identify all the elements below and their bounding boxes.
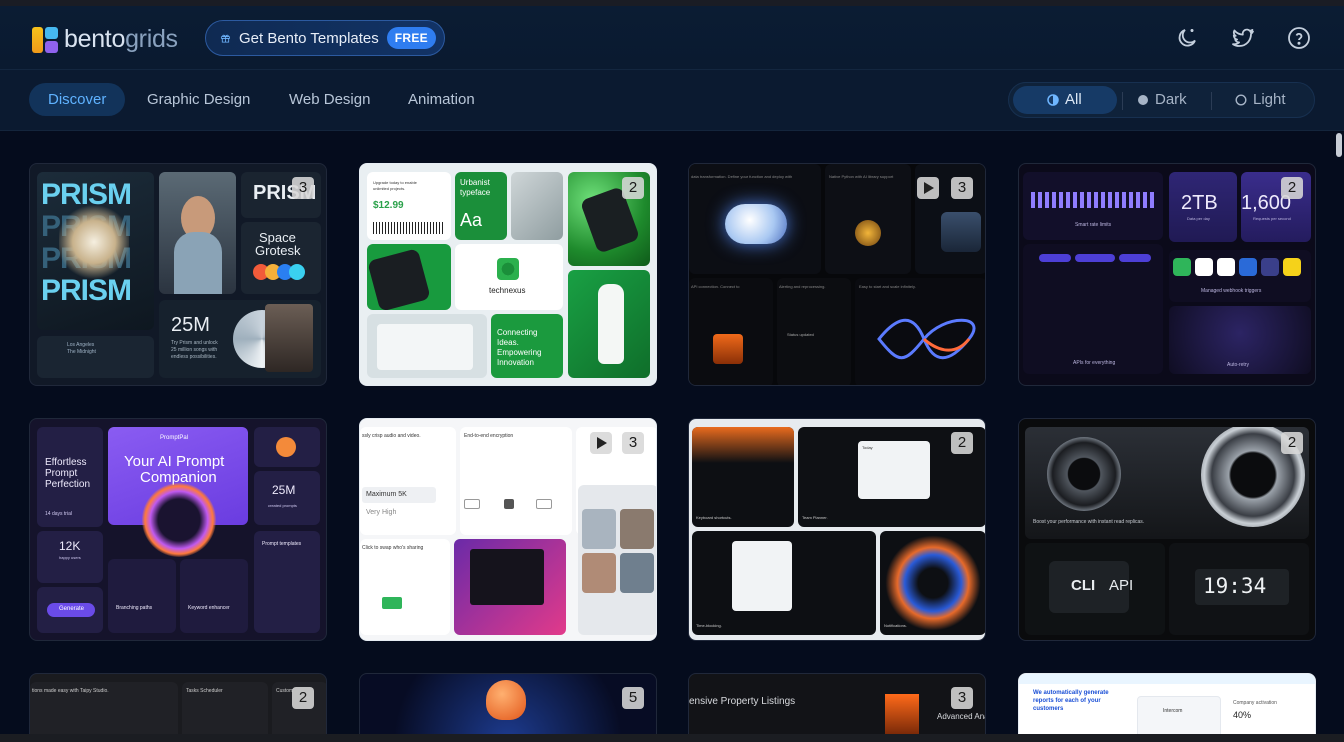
theme-dark-label: Dark bbox=[1155, 91, 1187, 108]
outline-circle-icon bbox=[1235, 94, 1247, 106]
image-count-badge: 3 bbox=[622, 432, 644, 454]
twitter-icon[interactable] bbox=[1231, 26, 1255, 50]
bento-card-video-call[interactable]: ssly crisp audio and video. Maximum 5K V… bbox=[359, 418, 657, 641]
bento-card-read-replicas[interactable]: Boost your performance with instant read… bbox=[1018, 418, 1316, 641]
bento-card-octopus[interactable]: 5 bbox=[359, 673, 657, 742]
filled-circle-icon bbox=[1138, 95, 1148, 105]
theme-option-light[interactable]: Light bbox=[1225, 86, 1305, 114]
bento-card-taipy[interactable]: tions made easy with Taipy Studio. Tasks… bbox=[29, 673, 327, 742]
category-nav: Discover Graphic Design Web Design Anima… bbox=[0, 70, 1344, 131]
tab-animation[interactable]: Animation bbox=[389, 83, 494, 116]
tab-discover[interactable]: Discover bbox=[29, 83, 126, 116]
window-bottom-edge bbox=[0, 734, 1344, 742]
bento-card-paragon[interactable]: Smart rate limits 2TB Data per day 1,600… bbox=[1018, 163, 1316, 386]
video-play-icon bbox=[590, 432, 612, 454]
theme-option-dark[interactable]: Dark bbox=[1127, 86, 1207, 114]
image-count-badge: 2 bbox=[1281, 432, 1303, 454]
help-icon[interactable] bbox=[1287, 26, 1311, 50]
gift-icon bbox=[220, 34, 231, 43]
orb-graphic bbox=[142, 483, 216, 557]
image-count-badge: 2 bbox=[951, 432, 973, 454]
image-count-badge: 2 bbox=[622, 177, 644, 199]
crystal-star-graphic bbox=[59, 202, 129, 282]
theme-option-all[interactable]: All bbox=[1013, 86, 1117, 114]
bento-card-property[interactable]: ensive Property Listings Advanced Ana 3 bbox=[688, 673, 986, 742]
templates-button-label: Get Bento Templates bbox=[238, 29, 379, 47]
theme-filter: All Dark Light bbox=[1008, 82, 1315, 118]
bento-card-planner[interactable]: Keyboard shortcuts. Today Team Planner. … bbox=[688, 418, 986, 641]
bento-card-promptpal[interactable]: Effortless Prompt Perfection 14 days tri… bbox=[29, 418, 327, 641]
image-count-badge: 5 bbox=[622, 687, 644, 709]
theme-all-label: All bbox=[1065, 91, 1082, 108]
bento-card-prism[interactable]: PRISM PRISM PRISM PRISM Los Angeles The … bbox=[29, 163, 327, 386]
octopus-graphic bbox=[486, 680, 526, 720]
image-count-badge: 2 bbox=[292, 687, 314, 709]
logo-wordmark: bentogrids bbox=[64, 25, 178, 53]
logo-mark-icon bbox=[32, 26, 58, 53]
site-header: bentogrids Get Bento Templates FREE bbox=[0, 6, 1344, 70]
free-badge: FREE bbox=[386, 27, 436, 49]
image-count-badge: 3 bbox=[951, 687, 973, 709]
theme-light-label: Light bbox=[1253, 91, 1286, 108]
tab-graphic-design[interactable]: Graphic Design bbox=[128, 83, 269, 116]
tab-web-design[interactable]: Web Design bbox=[270, 83, 389, 116]
image-count-badge: 3 bbox=[292, 177, 314, 199]
page-scrollbar[interactable] bbox=[1336, 133, 1342, 157]
theme-moon-icon[interactable] bbox=[1175, 26, 1199, 50]
bento-card-technexus[interactable]: Upgrade today to enable unlimited projec… bbox=[359, 163, 657, 386]
image-count-badge: 3 bbox=[951, 177, 973, 199]
get-templates-button[interactable]: Get Bento Templates FREE bbox=[205, 20, 445, 56]
image-count-badge: 2 bbox=[1281, 177, 1303, 199]
video-play-icon bbox=[917, 177, 939, 199]
bento-card-reports[interactable]: We automatically generate reports for ea… bbox=[1018, 673, 1316, 742]
portrait-photo bbox=[159, 172, 236, 294]
logo[interactable]: bentogrids bbox=[32, 25, 178, 54]
bento-card-cloud-functions[interactable]: data transformation. Define your functio… bbox=[688, 163, 986, 386]
half-circle-icon bbox=[1047, 94, 1059, 106]
